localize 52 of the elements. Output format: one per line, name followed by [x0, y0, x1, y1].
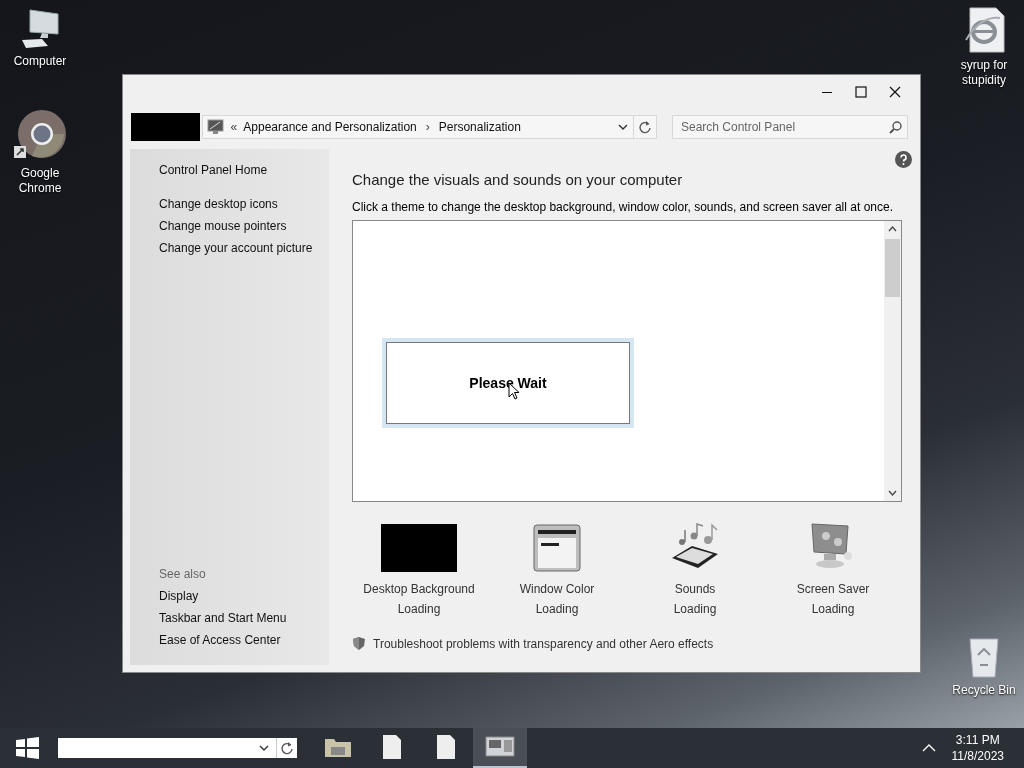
redacted-block [131, 113, 200, 141]
desktop-icon-label[interactable]: syrup for stupidity [948, 58, 1020, 88]
tray-chevron-icon[interactable] [921, 743, 936, 753]
sidebar-link[interactable]: Control Panel Home [159, 163, 329, 177]
control-panel-icon [485, 736, 515, 758]
monitor-icon [206, 119, 225, 135]
scrollbar[interactable] [884, 221, 901, 501]
page-heading: Change the visuals and sounds on your computer [352, 171, 684, 188]
setting-link[interactable]: Screen Saver [796, 582, 870, 596]
help-icon[interactable] [895, 151, 912, 168]
desktop-icon-label[interactable]: Computer [13, 54, 67, 69]
sidebar-link[interactable]: Ease of Access Center [159, 633, 329, 647]
scrollbar-thumb[interactable] [885, 239, 900, 297]
window-color-icon[interactable] [533, 524, 581, 572]
setting-status: Loading [397, 602, 441, 616]
document-icon [380, 734, 404, 760]
troubleshoot-link[interactable]: Troubleshoot problems with transparency and other Aero effects [373, 636, 714, 651]
breadcrumb-item[interactable]: Personalization [438, 120, 521, 134]
refresh-icon [638, 120, 653, 134]
sidebar-link[interactable]: Change mouse pointers [159, 219, 329, 233]
refresh-icon[interactable] [276, 738, 297, 758]
setting-status: Loading [811, 602, 855, 616]
document-icon [434, 734, 458, 760]
setting-link[interactable]: Sounds [674, 582, 716, 596]
clock[interactable]: 3:11 PM 11/8/2023 [951, 732, 1004, 764]
desktop-icon-label[interactable]: Recycle Bin [952, 683, 1016, 698]
setting-link[interactable]: Desktop Background [363, 582, 475, 596]
sidebar-link[interactable]: Change desktop icons [159, 197, 329, 211]
setting-status: Loading [673, 602, 717, 616]
sidebar-link[interactable]: Display [159, 589, 329, 603]
dialog-message: Please Wait [469, 375, 547, 391]
breadcrumb-overflow[interactable]: « [230, 120, 238, 134]
sidebar-link[interactable]: Taskbar and Start Menu [159, 611, 329, 625]
search-field[interactable]: Search Control Panel [672, 115, 908, 139]
dropdown-icon[interactable] [617, 122, 630, 132]
taskbar-app-button[interactable] [473, 728, 527, 768]
sidebar-link[interactable]: Change your account picture [159, 241, 329, 255]
desktop-background-thumbnail[interactable] [381, 524, 457, 572]
shield-icon [352, 636, 366, 651]
breadcrumb-item[interactable]: Appearance and Personalization [243, 120, 417, 134]
breadcrumb-separator[interactable]: › [422, 120, 433, 134]
search-icon[interactable] [889, 120, 903, 134]
setting-link[interactable]: Window Color [519, 582, 595, 596]
setting-status: Loading [535, 602, 579, 616]
dropdown-icon[interactable] [258, 738, 276, 758]
see-also-heading: See also [159, 567, 207, 581]
address-bar[interactable]: « Appearance and Personalization › Personalization [201, 115, 635, 139]
internet-file-icon[interactable] [962, 6, 1006, 54]
taskbar-address-field[interactable] [58, 738, 258, 758]
page-instruction: Click a theme to change the desktop background, window color, sounds, and screen saver all at once. [352, 200, 894, 214]
refresh-button[interactable] [634, 115, 657, 139]
desktop-icon-label[interactable]: Google Chrome [4, 166, 76, 196]
